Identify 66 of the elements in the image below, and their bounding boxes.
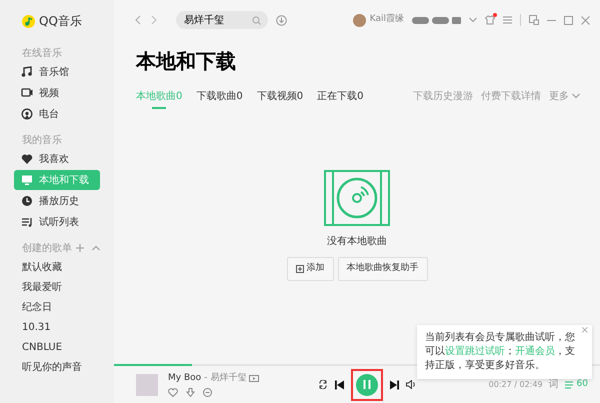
sidebar-item[interactable]: 电台	[14, 104, 100, 124]
section-heading: 我的音乐	[21, 134, 63, 148]
download-icon[interactable]	[186, 388, 195, 398]
level-badge-icon[interactable]	[412, 16, 429, 24]
clock-icon	[21, 195, 33, 207]
sidebar-item[interactable]: 播放历史	[14, 191, 100, 211]
playlist-item[interactable]: CNBLUE	[0, 337, 114, 357]
playlist-item[interactable]: 10.31	[0, 317, 114, 337]
chevron-down-icon	[572, 93, 580, 99]
menu-icon[interactable]	[503, 16, 512, 24]
section-heading: 创建的歌单	[22, 242, 72, 256]
repeat-icon[interactable]	[318, 380, 328, 389]
queue-icon	[564, 380, 575, 388]
heart-icon	[21, 153, 33, 165]
empty-message: 没有本地歌曲	[327, 234, 387, 250]
playback-time: 00:27 / 02:49	[488, 378, 543, 390]
monitor-icon	[21, 174, 33, 186]
app-name: QQ音乐	[39, 13, 82, 30]
forward-icon[interactable]	[150, 15, 158, 25]
search-icon[interactable]	[252, 16, 261, 24]
level-badge-icon[interactable]	[432, 16, 449, 24]
back-icon[interactable]	[134, 15, 142, 25]
plus-icon[interactable]	[76, 244, 84, 252]
shirt-icon[interactable]	[485, 15, 495, 25]
tab[interactable]: 下载视频0	[256, 86, 304, 106]
sidebar-item[interactable]: 音乐馆	[14, 62, 100, 82]
sidebar-item[interactable]: 视频	[14, 83, 100, 103]
playlist-item[interactable]: 听见你的声音	[0, 357, 114, 377]
download-icon[interactable]	[276, 14, 287, 26]
avatar[interactable]	[352, 14, 366, 26]
tooltip-text: 当前列表有会员专属歌曲试听，您可以设置跳过试听；开通会员，支持正版，享受更多好音乐。	[425, 331, 576, 373]
dropdown-icon[interactable]	[469, 17, 477, 23]
volume-icon[interactable]	[406, 380, 416, 389]
next-icon[interactable]	[390, 380, 399, 390]
playlist-item[interactable]: 纪念日	[0, 297, 114, 317]
minus-circle-icon[interactable]	[203, 388, 212, 398]
video-camera-icon	[21, 87, 33, 99]
section-heading: 在线音乐	[21, 46, 63, 60]
playlist-item[interactable]: 我最爱听	[0, 277, 114, 297]
tab[interactable]: 正在下载0	[317, 86, 364, 106]
mini-mode-icon[interactable]	[529, 15, 539, 25]
pause-icon	[363, 380, 371, 389]
maximize-icon[interactable]	[564, 16, 573, 24]
pause-button[interactable]	[356, 374, 378, 396]
previous-icon[interactable]	[335, 380, 344, 390]
restore-button[interactable]: 本地歌曲恢复助手	[338, 257, 428, 281]
add-button[interactable]: 添加	[286, 257, 334, 281]
logo-icon	[22, 14, 35, 28]
tab[interactable]: 下载歌曲0	[196, 86, 243, 106]
album-art-placeholder[interactable]	[136, 374, 158, 396]
close-icon[interactable]	[581, 16, 590, 24]
playlist-icon	[21, 216, 33, 228]
radio-icon	[21, 108, 33, 120]
heart-icon[interactable]	[168, 388, 178, 398]
song-title[interactable]: My Boo	[168, 372, 202, 386]
playlist-item[interactable]: 默认收藏	[0, 257, 114, 277]
search-field[interactable]: 易烊千玺	[176, 11, 268, 29]
collapse-icon[interactable]	[92, 244, 100, 252]
page-title: 本地和下载	[136, 48, 237, 75]
sidebar-item[interactable]: 我喜欢	[14, 149, 100, 169]
mv-icon[interactable]	[249, 375, 260, 382]
plus-square-icon	[296, 265, 304, 273]
sidebar-item[interactable]: 试听列表	[14, 212, 100, 232]
separator: -	[204, 372, 208, 385]
music-note-icon	[21, 66, 33, 78]
vip-badge-icon[interactable]	[452, 16, 461, 24]
